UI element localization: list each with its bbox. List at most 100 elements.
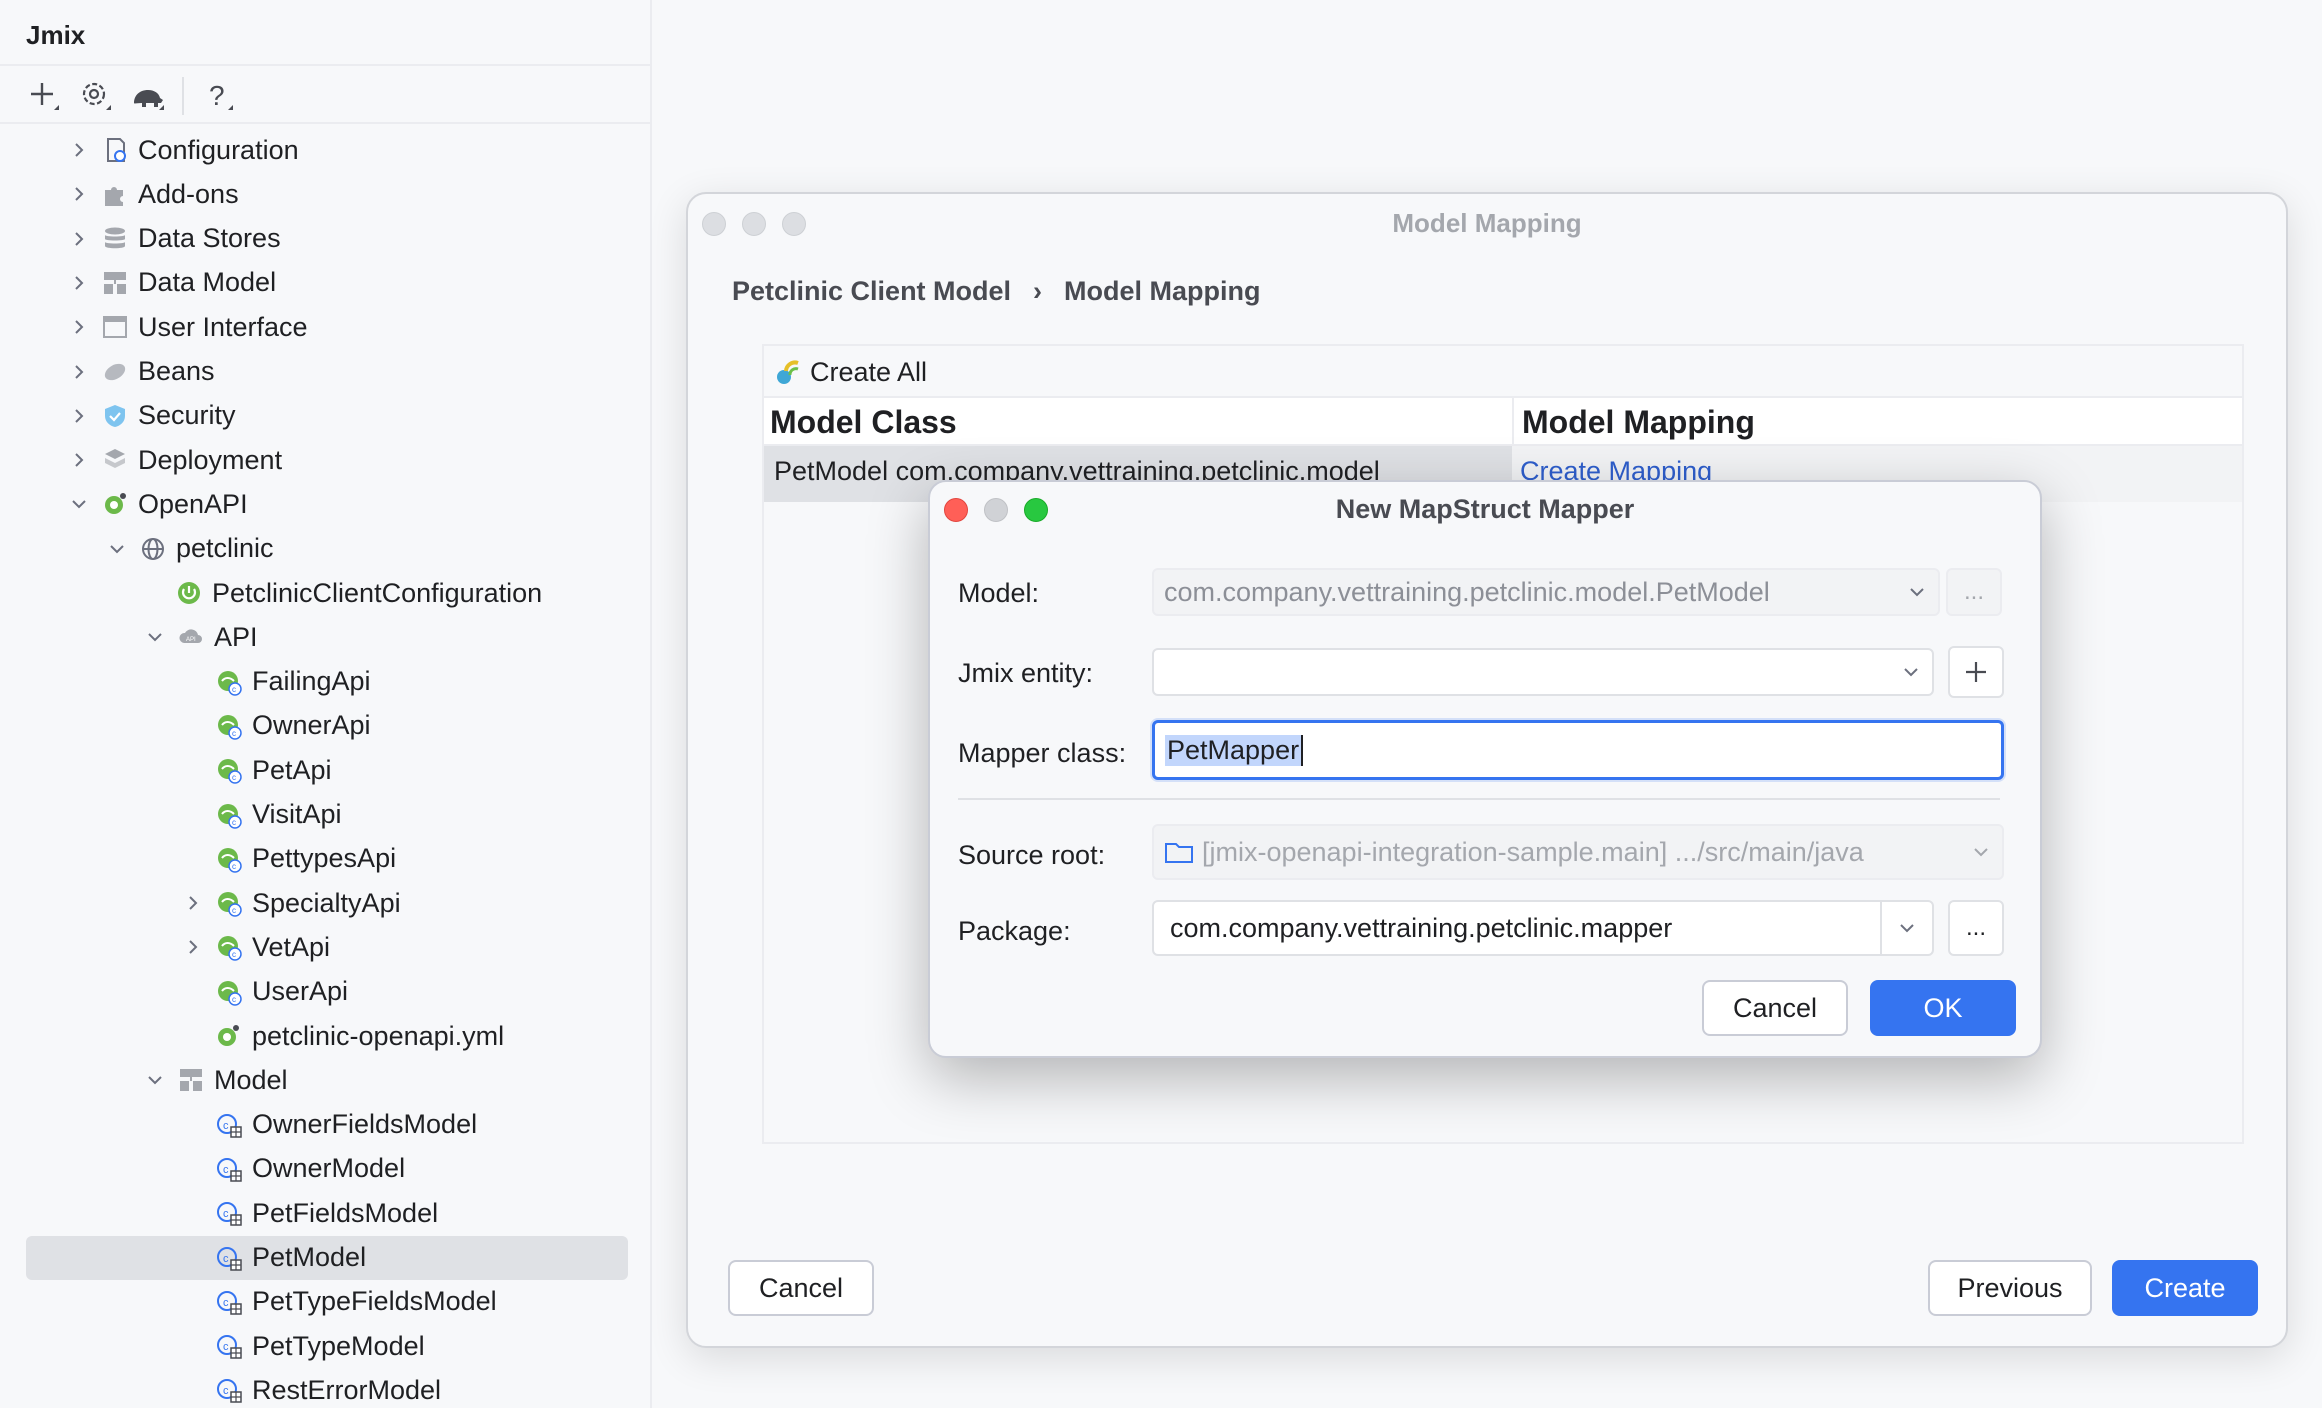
svg-text:c: c [223,1341,229,1353]
tree-item-specialty-api[interactable]: c SpecialtyApi [0,881,652,925]
chevron-right-icon[interactable] [66,226,92,252]
column-header-model-mapping[interactable]: Model Mapping [1516,398,1755,446]
chevron-right-icon[interactable] [180,934,206,960]
tree-item-add-ons[interactable]: Add-ons [0,172,652,216]
chevron-down-icon[interactable] [142,1067,168,1093]
jmix-entity-label: Jmix entity: [958,658,1094,688]
tree-item-label: Deployment [138,444,283,475]
question-icon[interactable]: ? [192,74,244,118]
svg-text:c: c [232,995,236,1004]
elephant-icon[interactable] [122,74,174,118]
package-browse-button[interactable]: ... [1948,900,2004,956]
tree-item-user-api[interactable]: c UserApi [0,970,652,1014]
tree-item-model[interactable]: Model [0,1058,652,1102]
chevron-down-icon[interactable] [142,624,168,650]
yaml-file-icon [214,1021,244,1051]
tree-item-openapi[interactable]: OpenAPI [0,482,652,526]
dialog-divider [958,798,2000,800]
create-button[interactable]: Create [2112,1260,2258,1316]
dialog-cancel-button[interactable]: Cancel [1702,980,1848,1036]
chevron-right-icon[interactable] [66,314,92,340]
tree-item-petclinic[interactable]: petclinic [0,527,652,571]
chevron-right-icon[interactable] [66,447,92,473]
add-entity-button[interactable] [1948,646,2004,698]
tree-item-owner-api[interactable]: c OwnerApi [0,704,652,748]
tree-item-data-model[interactable]: Data Model [0,261,652,305]
model-class-icon: c [214,1110,244,1140]
tree-item-label: PetTypeFieldsModel [252,1286,497,1317]
tree-item-label: petclinic [176,533,274,564]
cancel-button[interactable]: Cancel [728,1260,874,1316]
tree-item-pettypes-api[interactable]: c PettypesApi [0,837,652,881]
shield-icon [100,401,130,431]
tree-item-label: PetFieldsModel [252,1197,439,1228]
chevron-down-icon[interactable] [104,536,130,562]
tree-item-label: OpenAPI [138,488,248,519]
chevron-right-icon[interactable] [66,359,92,385]
breadcrumb: Petclinic Client Model › Model Mapping [732,276,1261,307]
previous-button[interactable]: Previous [1928,1260,2092,1316]
tree-item-visit-api[interactable]: c VisitApi [0,793,652,837]
chevron-down-icon[interactable] [66,491,92,517]
package-dropdown-button[interactable] [1880,902,1932,954]
breadcrumb-item: Model Mapping [1064,276,1261,306]
source-root-label: Source root: [958,840,1106,870]
data-model-icon [176,1065,206,1095]
tree-item-petclinic-openapi-yml[interactable]: petclinic-openapi.yml [0,1014,652,1058]
divider [0,122,652,124]
tree-item-label: VetApi [252,931,331,962]
tree-item-deployment[interactable]: Deployment [0,438,652,482]
puzzle-icon [100,179,130,209]
tree-item-petclinic-client-configuration[interactable]: PetclinicClientConfiguration [0,571,652,615]
tree-item-rest-error-model[interactable]: c RestErrorModel [0,1368,652,1408]
tree-item-beans[interactable]: Beans [0,350,652,394]
chevron-down-icon [1906,570,1928,614]
tree-item-api[interactable]: API API [0,615,652,659]
chevron-right-icon[interactable] [180,890,206,916]
package-combo[interactable]: com.company.vettraining.petclinic.mapper [1152,900,1934,956]
plus-icon[interactable] [18,74,70,118]
ok-button[interactable]: OK [1870,980,2016,1036]
create-all-button[interactable]: Create All [774,352,927,392]
tree-item-configuration[interactable]: Configuration [0,128,652,172]
tree-item-pet-type-fields-model[interactable]: c PetTypeFieldsModel [0,1280,652,1324]
jmix-entity-select[interactable] [1152,648,1934,696]
chevron-right-icon[interactable] [66,270,92,296]
chevron-right-icon[interactable] [66,403,92,429]
gear-icon[interactable] [70,74,122,118]
tree-item-owner-model[interactable]: c OwnerModel [0,1147,652,1191]
svg-text:c: c [232,950,236,959]
model-class-icon: c [214,1287,244,1317]
tree-item-pet-fields-model[interactable]: c PetFieldsModel [0,1191,652,1235]
column-header-model-class[interactable]: Model Class [764,398,957,446]
bean-icon [100,357,130,387]
tree-item-vet-api[interactable]: c VetApi [0,925,652,969]
tree-item-pet-type-model[interactable]: c PetTypeModel [0,1324,652,1368]
project-panel: Jmix ? Configuration Add-ons Data Stores Da… [0,0,652,1408]
breadcrumb-item[interactable]: Petclinic Client Model [732,276,1011,307]
mapper-class-input[interactable]: PetMapper [1152,720,2004,780]
tree-item-data-stores[interactable]: Data Stores [0,217,652,261]
tree-item-security[interactable]: Security [0,394,652,438]
model-browse-button[interactable]: ... [1946,568,2002,616]
chevron-right-icon[interactable] [66,181,92,207]
model-select[interactable]: com.company.vettraining.petclinic.model.… [1152,568,1940,616]
tree-item-pet-model[interactable]: c PetModel [0,1235,652,1280]
source-root-select[interactable]: [jmix-openapi-integration-sample.main] .… [1152,824,2004,880]
tree-item-pet-api[interactable]: c PetApi [0,748,652,792]
tree-item-owner-fields-model[interactable]: c OwnerFieldsModel [0,1103,652,1147]
tree-item-label: VisitApi [252,799,342,829]
tree-item-user-interface[interactable]: User Interface [0,305,652,349]
model-class-icon: c [214,1375,244,1405]
api-class-icon: c [214,932,244,962]
tree-item-failing-api[interactable]: c FailingApi [0,660,652,704]
create-all-label: Create All [810,356,928,387]
chevron-right-icon[interactable] [66,137,92,163]
api-class-icon: c [214,888,244,918]
